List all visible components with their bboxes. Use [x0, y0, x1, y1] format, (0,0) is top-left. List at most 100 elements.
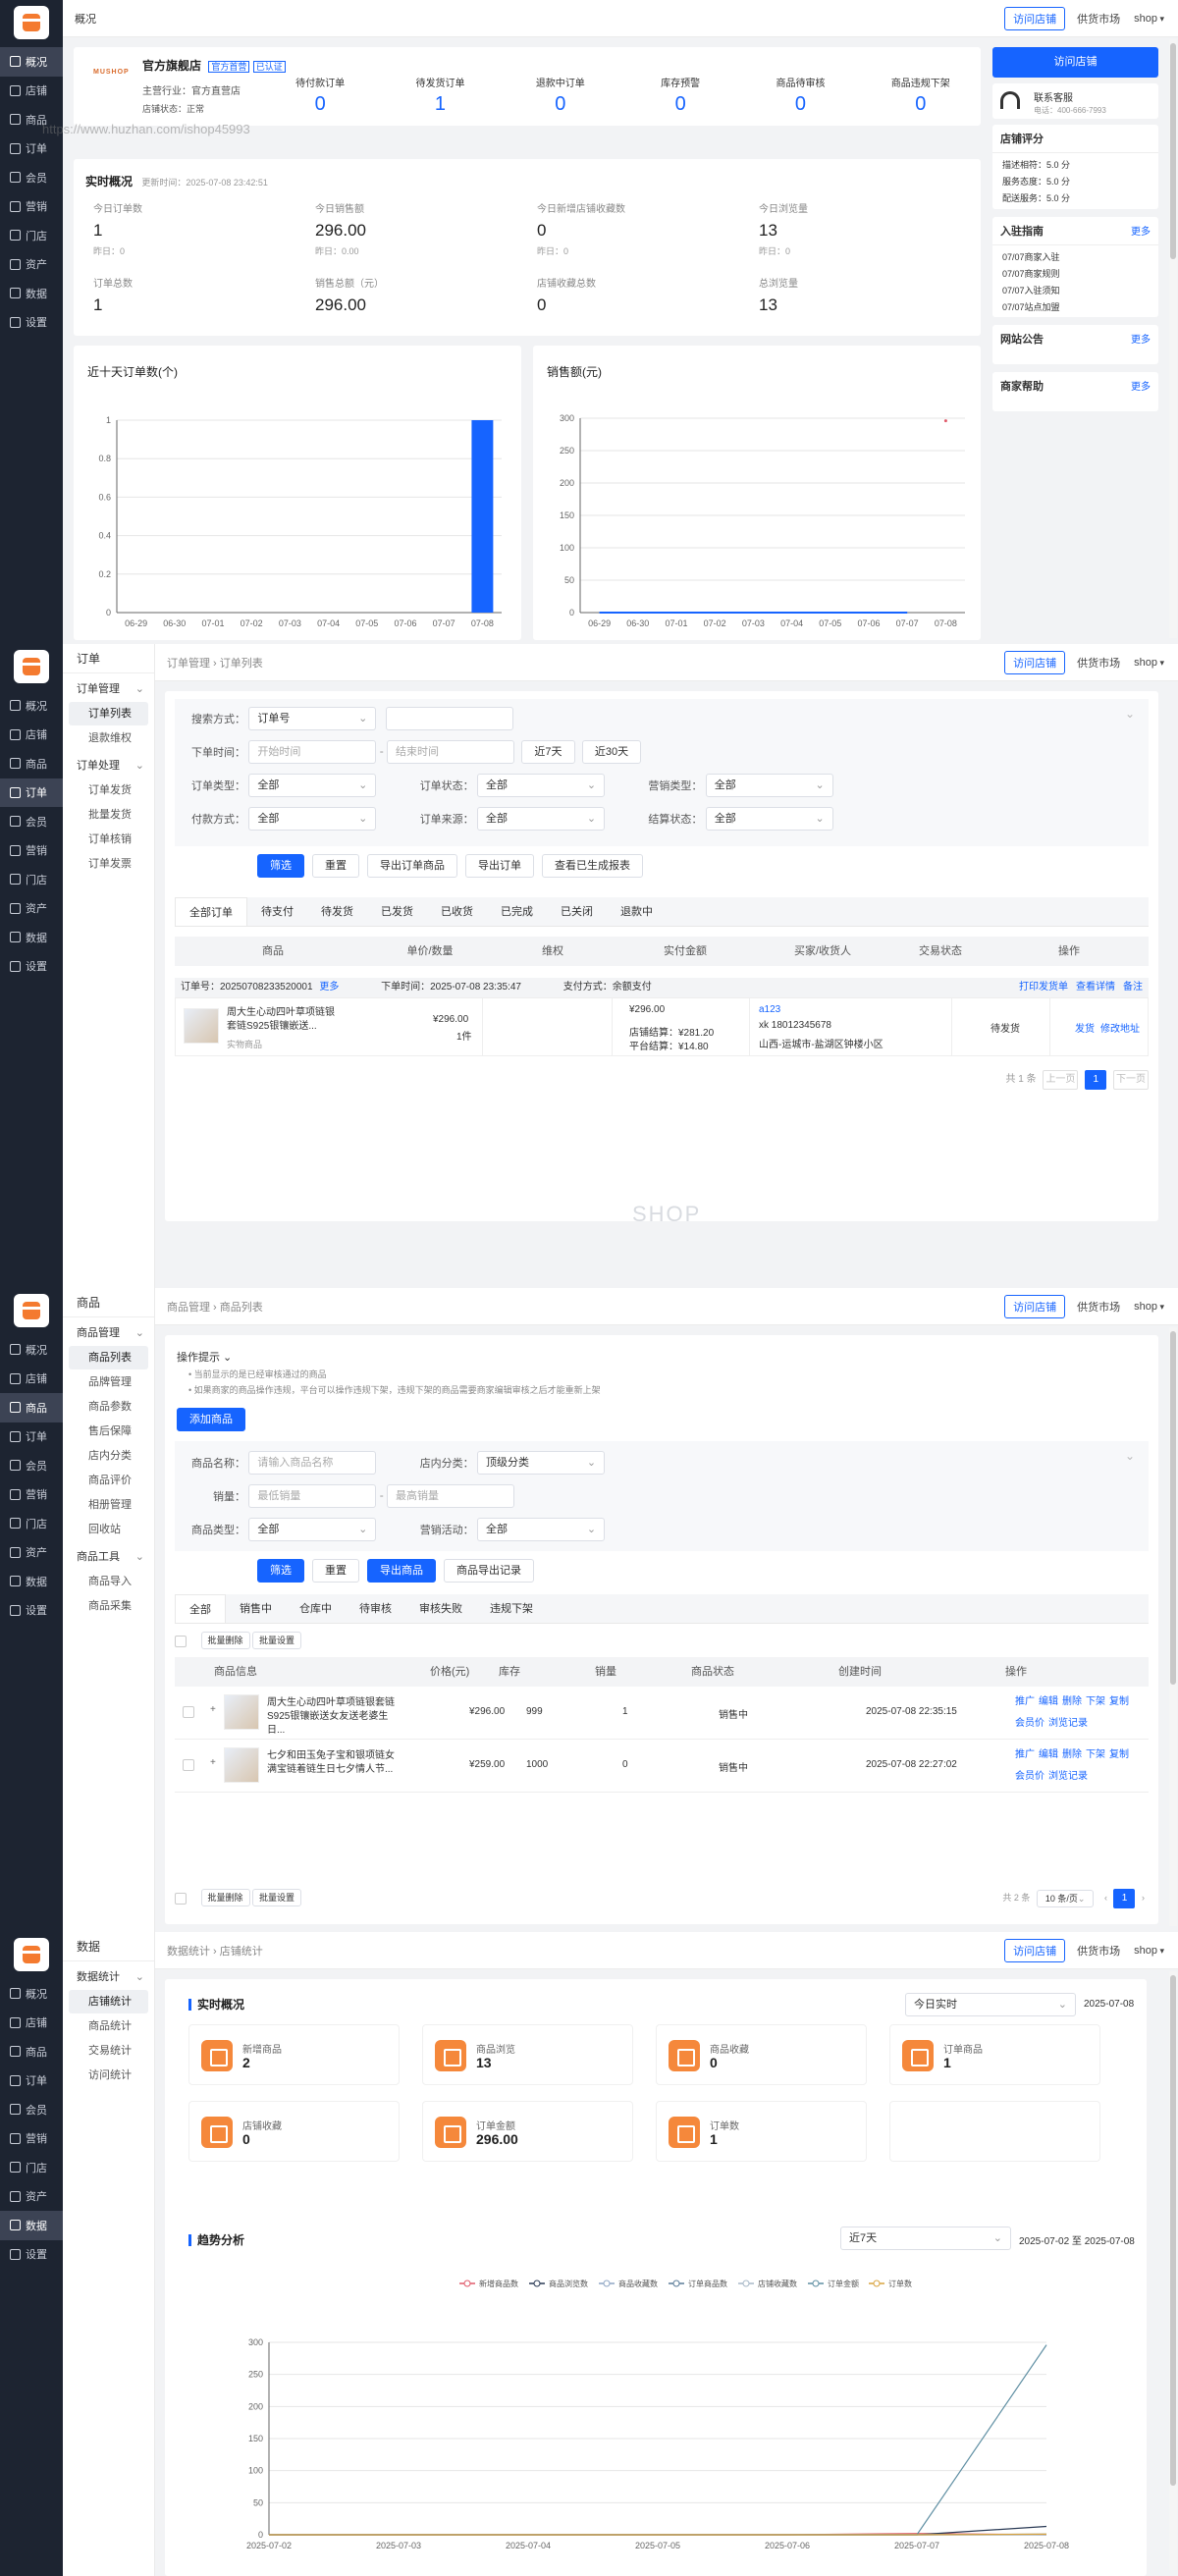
sub-group-header[interactable]: 数据统计 ⌄	[63, 1965, 154, 1989]
sub-nav-item[interactable]: 退款维权	[63, 726, 148, 750]
user-menu[interactable]: shop	[1134, 657, 1164, 669]
help-more-link[interactable]: 更多	[1131, 378, 1151, 394]
goods-type-select[interactable]: 全部	[248, 1518, 377, 1541]
nav-item[interactable]: 概况	[0, 691, 63, 721]
edit-address-link[interactable]: 修改地址	[1100, 1020, 1140, 1035]
order-tab[interactable]: 已关闭	[547, 897, 607, 926]
batch-delete-button[interactable]: 批量删除	[200, 1632, 250, 1649]
nav-item[interactable]: 店铺	[0, 77, 63, 106]
sub-nav-item[interactable]: 访问统计	[63, 2064, 148, 2087]
nav-item[interactable]: 设置	[0, 2240, 63, 2270]
batch-setting-button[interactable]: 批量设置	[252, 1632, 302, 1649]
sub-nav-item[interactable]: 品牌管理	[63, 1370, 148, 1394]
page-size-select[interactable]: 10 条/页	[1036, 1889, 1095, 1907]
visit-shop-button[interactable]: 访问店铺	[1004, 1938, 1066, 1962]
guide-more-link[interactable]: 更多	[1131, 223, 1151, 239]
row-action[interactable]: 会员价	[1015, 1718, 1044, 1729]
nav-item[interactable]: 会员	[0, 2095, 63, 2124]
nav-item[interactable]: 设置	[0, 308, 63, 338]
goods-action-button[interactable]: 导出商品	[367, 1559, 436, 1583]
legend-item[interactable]: 订单商品数	[669, 2279, 727, 2288]
user-menu[interactable]: shop	[1134, 13, 1164, 25]
nav-item[interactable]: 营销	[0, 192, 63, 222]
row-action[interactable]: 浏览记录	[1048, 1718, 1088, 1729]
order-header-action[interactable]: 查看详情	[1076, 982, 1115, 993]
nav-item[interactable]: 门店	[0, 865, 63, 894]
order-tab[interactable]: 已收货	[427, 897, 487, 926]
order-action-button[interactable]: 导出订单商品	[367, 854, 457, 878]
order-header-action[interactable]: 打印发货单	[1019, 982, 1068, 993]
visit-shop-button[interactable]: 访问店铺	[1004, 650, 1066, 674]
select-all-checkbox[interactable]	[175, 1892, 187, 1905]
sub-nav-item[interactable]: 批量发货	[63, 803, 148, 827]
nav-item[interactable]: 订单	[0, 778, 63, 807]
collapse-icon[interactable]: ⌄	[1125, 707, 1135, 721]
visit-shop-button[interactable]: 访问店铺	[1004, 1294, 1066, 1318]
goods-tab[interactable]: 仓库中	[286, 1594, 346, 1623]
sub-nav-item[interactable]: 商品参数	[63, 1395, 148, 1419]
bar[interactable]	[471, 420, 494, 613]
goods-tab[interactable]: 违规下架	[476, 1594, 547, 1623]
goods-action-button[interactable]: 筛选	[257, 1559, 304, 1583]
order-action-button[interactable]: 查看已生成报表	[542, 854, 643, 878]
row-action[interactable]: 删除	[1062, 1749, 1082, 1760]
order-tab[interactable]: 已发货	[367, 897, 427, 926]
collapse-icon[interactable]: ⌄	[1125, 1449, 1135, 1463]
realtime-select[interactable]: 今日实时	[905, 1993, 1076, 2016]
nav-item[interactable]: 概况	[0, 47, 63, 77]
nav-item[interactable]: 资产	[0, 250, 63, 280]
nav-item[interactable]: 会员	[0, 1451, 63, 1480]
expand-icon[interactable]: +	[210, 1757, 216, 1768]
nav-item[interactable]: 资产	[0, 1538, 63, 1568]
sub-nav-item[interactable]: 店铺统计	[69, 1990, 148, 2013]
sub-nav-item[interactable]: 订单列表	[69, 702, 148, 725]
search-input[interactable]	[385, 707, 513, 730]
order-action-button[interactable]: 重置	[312, 854, 359, 878]
order-tab[interactable]: 待发货	[307, 897, 367, 926]
goods-action-button[interactable]: 商品导出记录	[444, 1559, 534, 1583]
nav-item[interactable]: 资产	[0, 894, 63, 924]
user-menu[interactable]: shop	[1134, 1945, 1164, 1957]
nav-item[interactable]: 营销	[0, 2124, 63, 2154]
trend-range-select[interactable]: 近7天	[840, 2227, 1011, 2250]
nav-item[interactable]: 设置	[0, 952, 63, 982]
todo-stat[interactable]: 待发货订单 1	[380, 75, 500, 116]
sub-group-header[interactable]: 订单处理 ⌄	[63, 754, 154, 778]
legend-item[interactable]: 店铺收藏数	[738, 2279, 797, 2288]
row-action[interactable]: 复制	[1109, 1696, 1129, 1707]
nav-item[interactable]: 订单	[0, 1422, 63, 1452]
batch-delete-button[interactable]: 批量删除	[200, 1889, 250, 1906]
row-action[interactable]: 复制	[1109, 1749, 1129, 1760]
order-tab[interactable]: 已完成	[487, 897, 547, 926]
nav-item[interactable]: 会员	[0, 163, 63, 192]
nav-item[interactable]: 商品	[0, 1393, 63, 1422]
nav-item[interactable]: 资产	[0, 2182, 63, 2212]
sub-nav-item[interactable]: 商品统计	[63, 2014, 148, 2038]
row-action[interactable]: 删除	[1062, 1696, 1082, 1707]
settle-status-select[interactable]: 全部	[705, 807, 833, 831]
order-tab[interactable]: 退款中	[607, 897, 667, 926]
row-action[interactable]: 编辑	[1039, 1749, 1058, 1760]
todo-stat[interactable]: 库存预警 0	[620, 75, 740, 116]
order-tab[interactable]: 全部订单	[175, 897, 247, 926]
sub-nav-item[interactable]: 回收站	[63, 1518, 148, 1541]
sub-nav-item[interactable]: 售后保障	[63, 1420, 148, 1443]
nav-item[interactable]: 会员	[0, 807, 63, 836]
scrollbar[interactable]	[1169, 1971, 1177, 2570]
visit-shop-button[interactable]: 访问店铺	[1004, 6, 1066, 30]
sub-nav-item[interactable]: 订单发票	[63, 852, 148, 876]
nav-item[interactable]: 订单	[0, 134, 63, 164]
goods-name-input[interactable]: 请输入商品名称	[248, 1451, 377, 1475]
nav-item[interactable]: 门店	[0, 221, 63, 250]
scrollbar[interactable]	[1169, 39, 1177, 638]
data-point[interactable]	[943, 419, 947, 423]
legend-item[interactable]: 商品浏览数	[529, 2279, 588, 2288]
row-checkbox[interactable]	[183, 1706, 194, 1718]
guide-item[interactable]: 07/07商家入驻	[1002, 249, 1149, 266]
todo-stat[interactable]: 待付款订单 0	[260, 75, 380, 116]
add-goods-button[interactable]: 添加商品	[177, 1408, 245, 1431]
sub-group-header[interactable]: 商品管理 ⌄	[63, 1321, 154, 1345]
start-time-input[interactable]: 开始时间	[248, 740, 377, 764]
nav-item[interactable]: 营销	[0, 836, 63, 866]
notice-more-link[interactable]: 更多	[1131, 331, 1151, 347]
